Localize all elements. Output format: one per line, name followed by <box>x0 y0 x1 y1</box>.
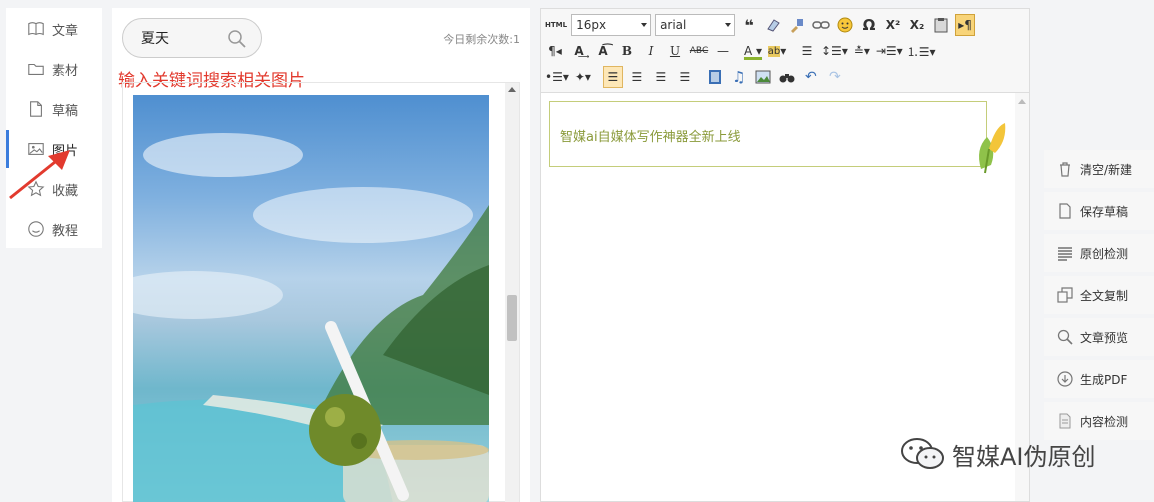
copy-all-button[interactable]: 全文复制 <box>1044 276 1154 314</box>
image-results <box>122 82 520 502</box>
book-icon <box>26 19 46 39</box>
paragraph-spacing-icon[interactable]: ≛▾ <box>852 40 872 62</box>
remaining-count: 今日剩余次数:1 <box>443 33 520 46</box>
sidebar-item-articles[interactable]: 文章 <box>6 10 102 48</box>
sidebar-item-label: 文章 <box>52 23 79 39</box>
align-center-icon[interactable]: ☰ <box>627 66 647 88</box>
clear-new-button[interactable]: 清空/新建 <box>1044 150 1154 188</box>
sidebar-item-drafts[interactable]: 草稿 <box>6 90 102 128</box>
strikethrough-icon[interactable]: ABC <box>689 40 709 62</box>
download-icon <box>1056 370 1074 388</box>
subscript-icon[interactable]: X₂ <box>907 14 927 36</box>
direction-ltr-icon[interactable]: ▸¶ <box>955 14 976 36</box>
align-left-icon[interactable]: ☰ <box>602 66 623 88</box>
ordered-list-icon[interactable]: ⒈☰▾ <box>907 40 936 62</box>
format-brush-icon[interactable] <box>787 14 807 36</box>
document-icon <box>26 99 46 119</box>
watermark: 智媒AI伪原创 <box>900 436 1096 472</box>
document-icon <box>1056 202 1074 220</box>
file-icon <box>1056 412 1074 430</box>
search-icon[interactable] <box>227 29 247 49</box>
link-icon[interactable] <box>811 14 831 36</box>
scroll-thumb[interactable] <box>507 295 517 341</box>
superscript-icon[interactable]: X² <box>883 14 903 36</box>
action-label: 生成PDF <box>1080 372 1128 387</box>
generate-pdf-button[interactable]: 生成PDF <box>1044 360 1154 398</box>
video-icon[interactable] <box>705 66 725 88</box>
beach-photo <box>133 133 489 502</box>
red-arrow-icon <box>9 150 70 200</box>
content-check-button[interactable]: 内容检测 <box>1044 402 1154 440</box>
chevron-down-icon <box>725 23 732 27</box>
eraser-icon[interactable] <box>763 14 783 36</box>
find-replace-icon[interactable] <box>777 66 797 88</box>
action-label: 原创检测 <box>1080 246 1129 261</box>
undo-icon[interactable]: ↶ <box>801 66 821 88</box>
indent-icon[interactable]: ⇥☰▾ <box>876 40 903 62</box>
align-right-icon[interactable]: ☰ <box>651 66 671 88</box>
editor-toolbar: HTML 16px arial ❝ Ω X² X₂ ▸¶ ¶◂ A͢ A͡ B … <box>541 9 1029 93</box>
search-input[interactable] <box>141 30 231 46</box>
sidebar-item-tutorials[interactable]: 教程 <box>6 210 102 248</box>
magic-wand-icon[interactable]: ✦▾ <box>573 66 593 88</box>
bold-icon[interactable]: B <box>617 40 637 62</box>
sidebar-item-label: 草稿 <box>52 103 79 119</box>
pilcrow-icon[interactable]: ¶◂ <box>545 40 565 62</box>
music-icon[interactable]: ♫ <box>729 66 749 88</box>
quote-icon[interactable]: ❝ <box>739 14 759 36</box>
line-height-icon[interactable]: ↕☰▾ <box>821 40 848 62</box>
redo-icon[interactable]: ↷ <box>825 66 845 88</box>
sidebar: 文章 素材 草稿 图片 收藏 教程 <box>6 8 102 248</box>
font-family-select[interactable]: arial <box>655 14 736 36</box>
italic-icon[interactable]: I <box>641 40 661 62</box>
unordered-list-icon[interactable]: •☰▾ <box>545 66 569 88</box>
horizontal-rule-icon[interactable]: — <box>713 40 733 62</box>
image-search-panel: 今日剩余次数:1 输入关键词搜索相关图片 <box>112 8 530 502</box>
action-label: 清空/新建 <box>1080 162 1133 177</box>
originality-check-button[interactable]: 原创检测 <box>1044 234 1154 272</box>
underline-icon[interactable]: U <box>665 40 685 62</box>
rich-text-editor: HTML 16px arial ❝ Ω X² X₂ ▸¶ ¶◂ A͢ A͡ B … <box>540 8 1030 502</box>
watermark-text: 智媒AI伪原创 <box>952 442 1096 471</box>
special-char-icon[interactable]: Ω <box>859 14 879 36</box>
emoji-icon[interactable] <box>835 14 855 36</box>
action-label: 保存草稿 <box>1080 204 1129 219</box>
action-label: 内容检测 <box>1080 414 1129 429</box>
folder-icon <box>26 59 46 79</box>
font-grow-icon[interactable]: A͢ <box>569 40 589 62</box>
font-size-select[interactable]: 16px <box>571 14 652 36</box>
paste-icon[interactable] <box>931 14 951 36</box>
insert-image-icon[interactable] <box>753 66 773 88</box>
preview-button[interactable]: 文章预览 <box>1044 318 1154 356</box>
font-shrink-icon[interactable]: A͡ <box>593 40 613 62</box>
editor-content-text[interactable]: 智媒ai自媒体写作神器全新上线 <box>560 126 741 145</box>
sidebar-item-label: 教程 <box>52 223 79 239</box>
magnifier-icon <box>1056 328 1074 346</box>
align-full-icon[interactable]: ☰ <box>675 66 695 88</box>
search-box[interactable] <box>122 18 262 58</box>
highlight-icon[interactable]: ab ▾ <box>767 40 787 62</box>
save-draft-button[interactable]: 保存草稿 <box>1044 192 1154 230</box>
editor-content-block[interactable]: 智媒ai自媒体写作神器全新上线 <box>549 101 987 167</box>
chevron-down-icon <box>641 23 648 27</box>
trash-icon <box>1056 160 1074 178</box>
result-image[interactable] <box>133 95 489 502</box>
copy-icon <box>1056 286 1074 304</box>
sidebar-item-label: 素材 <box>52 63 79 79</box>
panel-scrollbar[interactable] <box>505 83 519 502</box>
wechat-icon <box>901 438 944 469</box>
action-label: 文章预览 <box>1080 330 1129 345</box>
action-label: 全文复制 <box>1080 288 1129 303</box>
align-justify-icon[interactable]: ☰ <box>797 40 817 62</box>
scroll-up-arrow-icon[interactable] <box>508 87 516 92</box>
html-source-button[interactable]: HTML <box>545 14 567 36</box>
lines-icon <box>1056 244 1074 262</box>
font-color-icon[interactable]: A ▾ <box>743 40 763 62</box>
leaf-decoration-icon <box>979 123 1006 174</box>
scroll-up-arrow-icon[interactable] <box>1018 99 1026 104</box>
sidebar-item-materials[interactable]: 素材 <box>6 50 102 88</box>
smile-icon <box>26 219 46 239</box>
